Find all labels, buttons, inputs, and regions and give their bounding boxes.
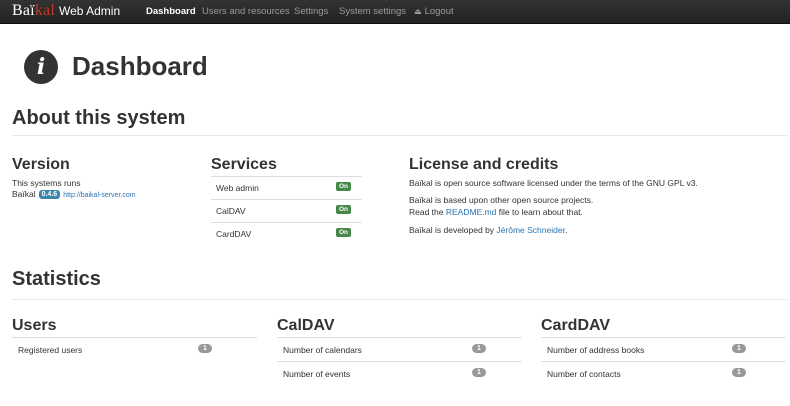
count-badge: 1 [472, 344, 486, 353]
version-text: This systems runs [12, 178, 81, 188]
version-line: Baïkal 0.4.6 http://baikal-server.com [12, 189, 136, 199]
version-badge: 0.4.6 [38, 190, 61, 199]
info-icon: i [24, 50, 58, 84]
developer-line: Baïkal is developed by Jérôme Schneider. [409, 225, 568, 235]
service-row-web-admin: Web admin On [211, 176, 362, 198]
divider [12, 135, 787, 136]
service-row-caldav: CalDAV On [211, 199, 362, 221]
stat-row-calendars: Number of calendars 1 [277, 337, 522, 361]
stat-row-address-books: Number of address books 1 [541, 337, 786, 361]
count-badge: 1 [198, 344, 212, 353]
page-title: Dashboard [72, 51, 208, 81]
status-badge: On [336, 182, 352, 191]
nav-users-and-resources[interactable]: Users and resources [202, 6, 290, 17]
product-name: Baïkal [12, 189, 36, 199]
readme-link[interactable]: README.md [446, 207, 497, 217]
nav-system-settings[interactable]: System settings [339, 6, 406, 17]
status-badge: On [336, 205, 352, 214]
brand-text: Web Admin [58, 4, 121, 18]
service-label: Web admin [216, 183, 259, 193]
stat-label: Number of address books [547, 345, 645, 355]
caldav-stats-heading: CalDAV [277, 317, 335, 334]
services-heading: Services [211, 156, 277, 173]
license-heading: License and credits [409, 156, 559, 173]
nav-dashboard[interactable]: Dashboard [146, 6, 196, 17]
nav-logout[interactable]: ⏏ Logout [414, 6, 454, 17]
count-badge: 1 [732, 344, 746, 353]
stat-label: Registered users [18, 345, 83, 355]
stat-label: Number of calendars [283, 345, 362, 355]
statistics-heading: Statistics [12, 268, 101, 290]
readme-line: Read the README.md file to learn about t… [409, 207, 583, 217]
baikal-logo: Baïkal [12, 2, 55, 19]
count-badge: 1 [732, 368, 746, 377]
eject-icon: ⏏ [414, 7, 422, 16]
based-on-text: Baïkal is based upon other open source p… [409, 195, 594, 205]
count-badge: 1 [472, 368, 486, 377]
stat-label: Number of events [283, 369, 351, 379]
service-label: CardDAV [216, 229, 252, 239]
nav-logout-label: Logout [424, 6, 454, 17]
baikal-site-link[interactable]: http://baikal-server.com [63, 192, 135, 199]
author-link[interactable]: Jérôme Schneider [496, 225, 565, 235]
about-heading: About this system [12, 107, 186, 129]
version-heading: Version [12, 156, 70, 173]
service-label: CalDAV [216, 206, 246, 216]
carddav-stats-heading: CardDAV [541, 317, 611, 334]
stat-label: Number of contacts [547, 369, 621, 379]
status-badge: On [336, 228, 352, 237]
stat-row-events: Number of events 1 [277, 361, 522, 385]
brand-link[interactable]: Baïkal Web Admin [12, 2, 120, 22]
license-text: Baïkal is open source software licensed … [409, 178, 698, 188]
service-row-carddav: CardDAV On [211, 222, 362, 244]
stat-row-contacts: Number of contacts 1 [541, 361, 786, 385]
stat-row-registered-users: Registered users 1 [12, 337, 257, 361]
nav-settings[interactable]: Settings [294, 6, 328, 17]
top-navbar: Baïkal Web Admin Dashboard Users and res… [0, 0, 790, 24]
divider [12, 299, 787, 300]
users-stats-heading: Users [12, 317, 57, 334]
